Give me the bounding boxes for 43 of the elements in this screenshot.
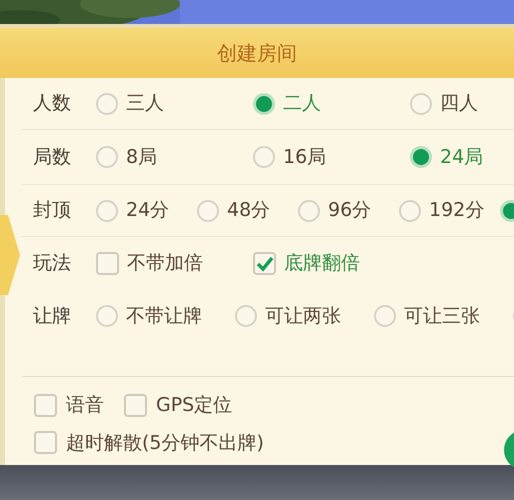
option-label: 语音 bbox=[66, 393, 104, 418]
option-label: 超时解散(5分钟不出牌) bbox=[66, 430, 264, 456]
radio-button[interactable] bbox=[235, 305, 257, 327]
radio-button[interactable] bbox=[96, 200, 118, 222]
option-label: 16局 bbox=[283, 144, 326, 170]
option-label: GPS定位 bbox=[156, 393, 232, 418]
radio-button[interactable] bbox=[96, 146, 118, 168]
option-label: 48分 bbox=[227, 198, 270, 224]
setting-label: 玩法 bbox=[32, 251, 72, 276]
radio-button[interactable] bbox=[298, 200, 320, 222]
setting-label: 让牌 bbox=[32, 304, 72, 329]
option-label: 24分 bbox=[126, 198, 170, 224]
option-label: 96分 bbox=[328, 198, 372, 224]
radio-button[interactable] bbox=[253, 146, 275, 168]
option-label: 三人 bbox=[126, 91, 164, 116]
checkbox[interactable] bbox=[34, 431, 57, 454]
option-label: 不带让牌 bbox=[126, 304, 202, 329]
option-label: 可让三张 bbox=[404, 304, 480, 329]
option-label: 24局 bbox=[440, 144, 484, 170]
option-label: 底牌翻倍 bbox=[284, 251, 360, 276]
radio-button[interactable] bbox=[399, 200, 421, 222]
checkbox[interactable] bbox=[96, 252, 119, 275]
radio-button[interactable] bbox=[197, 200, 219, 222]
radio-button[interactable] bbox=[253, 92, 275, 114]
checkbox[interactable] bbox=[34, 394, 57, 417]
radio-button[interactable] bbox=[410, 92, 432, 114]
radio-button[interactable] bbox=[96, 92, 118, 114]
option-label: 不带加倍 bbox=[127, 251, 203, 276]
radio-button[interactable] bbox=[96, 305, 118, 327]
option-label: 192分 bbox=[429, 198, 484, 224]
dialog-title: 创建房间 bbox=[217, 40, 297, 67]
option-label: 二人 bbox=[283, 91, 321, 116]
setting-label: 人数 bbox=[32, 91, 72, 116]
radio-button[interactable] bbox=[374, 305, 396, 327]
checkbox[interactable] bbox=[124, 394, 147, 417]
radio-button[interactable] bbox=[410, 146, 432, 168]
checkbox[interactable] bbox=[253, 252, 276, 275]
option-label: 可让两张 bbox=[265, 304, 341, 329]
option-label: 8局 bbox=[126, 144, 158, 170]
side-tab-handle[interactable] bbox=[0, 215, 20, 295]
setting-label: 局数 bbox=[32, 144, 72, 170]
setting-label: 封顶 bbox=[32, 198, 72, 224]
option-label: 四人 bbox=[440, 91, 478, 116]
